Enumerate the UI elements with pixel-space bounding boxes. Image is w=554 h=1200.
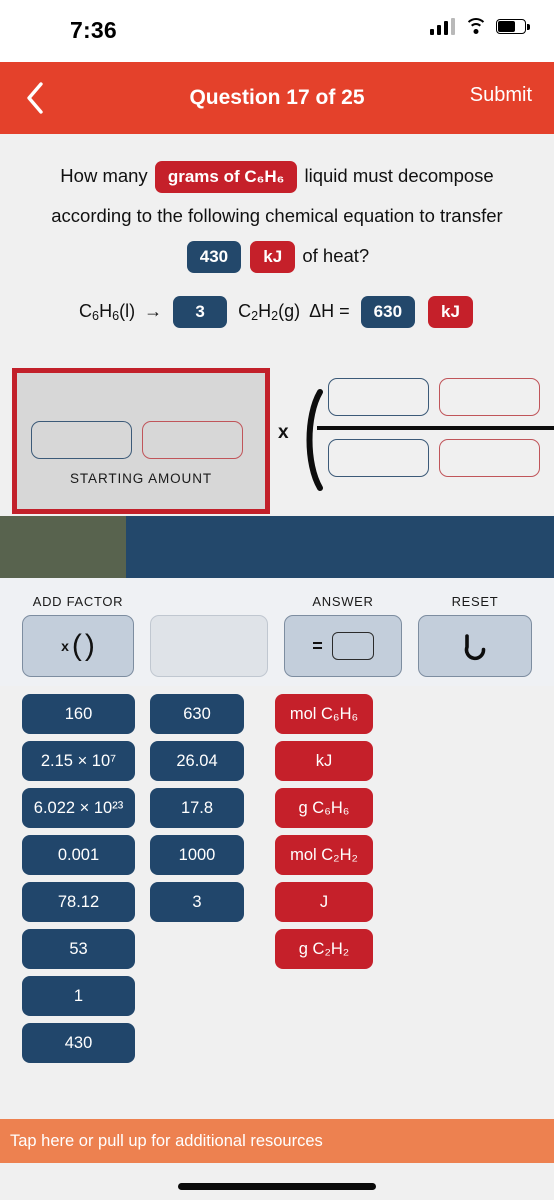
- fraction-denominator: [328, 439, 554, 477]
- unit-tile[interactable]: mol C₂H₂: [275, 835, 373, 875]
- value-tile[interactable]: 630: [150, 694, 244, 734]
- answer-icon: =: [312, 632, 374, 660]
- denominator-unit-slot[interactable]: [439, 439, 540, 477]
- question-line-1-before: How many: [60, 165, 148, 186]
- unit-tile[interactable]: mol C₆H₆: [275, 694, 373, 734]
- answer-input-box[interactable]: [331, 632, 374, 660]
- work-toolbar: ADD FACTOR x() ANSWER = RESET: [0, 578, 554, 686]
- submit-button[interactable]: Submit: [470, 84, 532, 107]
- tile-column-values-1: 160 2.15 × 10⁷ 6.022 × 10²³ 0.001 78.12 53 1 43…: [22, 694, 135, 1070]
- add-factor-label: ADD FACTOR: [32, 594, 124, 609]
- unit-tile[interactable]: g C₂H₂: [275, 929, 373, 969]
- add-factor-button[interactable]: x(): [22, 615, 134, 677]
- unit-tile[interactable]: kJ: [275, 741, 373, 781]
- question-line-1-after: liquid must decompose: [304, 165, 494, 186]
- value-tile[interactable]: 17.8: [150, 788, 244, 828]
- denominator-value-slot[interactable]: [328, 439, 429, 477]
- value-tile[interactable]: 160: [22, 694, 135, 734]
- back-button[interactable]: [0, 62, 70, 134]
- numerator-value-slot[interactable]: [328, 378, 429, 416]
- empty-factor-button[interactable]: [150, 615, 268, 677]
- starting-amount-slots: [31, 421, 243, 459]
- question-text: How many grams of C₆H₆ liquid must decom…: [0, 134, 554, 276]
- work-area: STARTING AMOUNT x: [0, 368, 554, 516]
- value-tile[interactable]: 6.022 × 10²³: [22, 788, 135, 828]
- starting-unit-slot[interactable]: [142, 421, 243, 459]
- app-root: 7:36 Question 17 of 25 Submit How many g…: [0, 0, 554, 1200]
- factor-fraction: [300, 378, 554, 504]
- equation-delta-h-value: 630: [360, 296, 416, 328]
- open-paren-icon: [306, 389, 323, 491]
- value-tile[interactable]: 78.12: [22, 882, 135, 922]
- reset-button[interactable]: [418, 615, 532, 677]
- question-highlight-unit: grams of C₆H₆: [154, 161, 298, 193]
- value-tile[interactable]: 0.001: [22, 835, 135, 875]
- status-time: 7:36: [70, 17, 117, 43]
- multiply-symbol: x: [278, 422, 289, 443]
- answer-group: ANSWER =: [284, 594, 402, 677]
- nav-bar: Question 17 of 25 Submit: [0, 62, 554, 134]
- question-heat-unit: kJ: [250, 241, 296, 273]
- question-heat-value: 430: [186, 241, 242, 273]
- answer-button[interactable]: =: [284, 615, 402, 677]
- additional-resources-label: Tap here or pull up for additional resou…: [10, 1131, 323, 1150]
- progress-color-bar: [0, 516, 554, 578]
- tile-column-values-2: 630 26.04 17.8 1000 3: [150, 694, 244, 929]
- chemical-equation: C6H6(l) → 3 C2H2(g) ΔH = 630 kJ: [0, 296, 554, 328]
- question-line-1: How many grams of C₆H₆ liquid must decom…: [26, 156, 528, 196]
- question-line-2: according to the following chemical equa…: [51, 205, 503, 226]
- additional-resources-bar[interactable]: Tap here or pull up for additional resou…: [0, 1119, 554, 1163]
- tile-column-units: mol C₆H₆ kJ g C₆H₆ mol C₂H₂ Jg C₂H₂: [275, 694, 373, 976]
- value-tile[interactable]: 1000: [150, 835, 244, 875]
- value-tile[interactable]: 430: [22, 1023, 135, 1063]
- equation-arrow: →: [144, 301, 163, 322]
- home-indicator: [178, 1183, 376, 1190]
- color-bar-navy-segment: [126, 516, 554, 578]
- value-tile[interactable]: 2.15 × 10⁷: [22, 741, 135, 781]
- question-line-3-after: of heat?: [302, 245, 370, 266]
- status-icons: [429, 18, 530, 35]
- unit-tile[interactable]: g C₆H₆: [275, 788, 373, 828]
- empty-slot-group: [150, 594, 268, 677]
- unit-tile[interactable]: J: [275, 882, 373, 922]
- add-factor-icon: x(): [61, 629, 95, 662]
- reset-label: RESET: [451, 594, 499, 609]
- equation-delta-h-label: ΔH =: [309, 301, 350, 322]
- chevron-left-icon: [27, 82, 43, 114]
- starting-value-slot[interactable]: [31, 421, 132, 459]
- equation-reactant: C6H6(l): [79, 300, 136, 323]
- equation-delta-h-unit: kJ: [428, 296, 473, 328]
- value-tile[interactable]: 53: [22, 929, 135, 969]
- undo-arrow-icon: [464, 634, 486, 661]
- starting-amount-box[interactable]: STARTING AMOUNT: [12, 368, 270, 514]
- battery-icon: [496, 19, 530, 34]
- color-bar-olive-segment: [0, 516, 126, 578]
- reset-group: RESET: [418, 594, 532, 677]
- answer-label: ANSWER: [312, 594, 374, 609]
- value-tile[interactable]: 26.04: [150, 741, 244, 781]
- question-line-3: 430 kJ of heat?: [26, 236, 528, 276]
- value-tile[interactable]: 3: [150, 882, 244, 922]
- numerator-unit-slot[interactable]: [439, 378, 540, 416]
- fraction-bar: [317, 426, 554, 430]
- wifi-icon: [464, 18, 487, 35]
- fraction-numerator: [328, 378, 554, 416]
- value-tile[interactable]: 1: [22, 976, 135, 1016]
- equation-coefficient: 3: [173, 296, 228, 328]
- empty-slot-label: [150, 594, 268, 609]
- add-factor-group: ADD FACTOR x(): [22, 594, 134, 677]
- cellular-bars-icon: [429, 18, 455, 35]
- answer-tiles: 160 2.15 × 10⁷ 6.022 × 10²³ 0.001 78.12 53 1 43…: [0, 694, 554, 1084]
- equation-product: C2H2(g): [238, 300, 301, 323]
- status-bar: 7:36: [0, 0, 554, 62]
- fraction-rows: [317, 378, 554, 477]
- equals-symbol: =: [312, 635, 323, 656]
- starting-amount-label: STARTING AMOUNT: [69, 471, 212, 486]
